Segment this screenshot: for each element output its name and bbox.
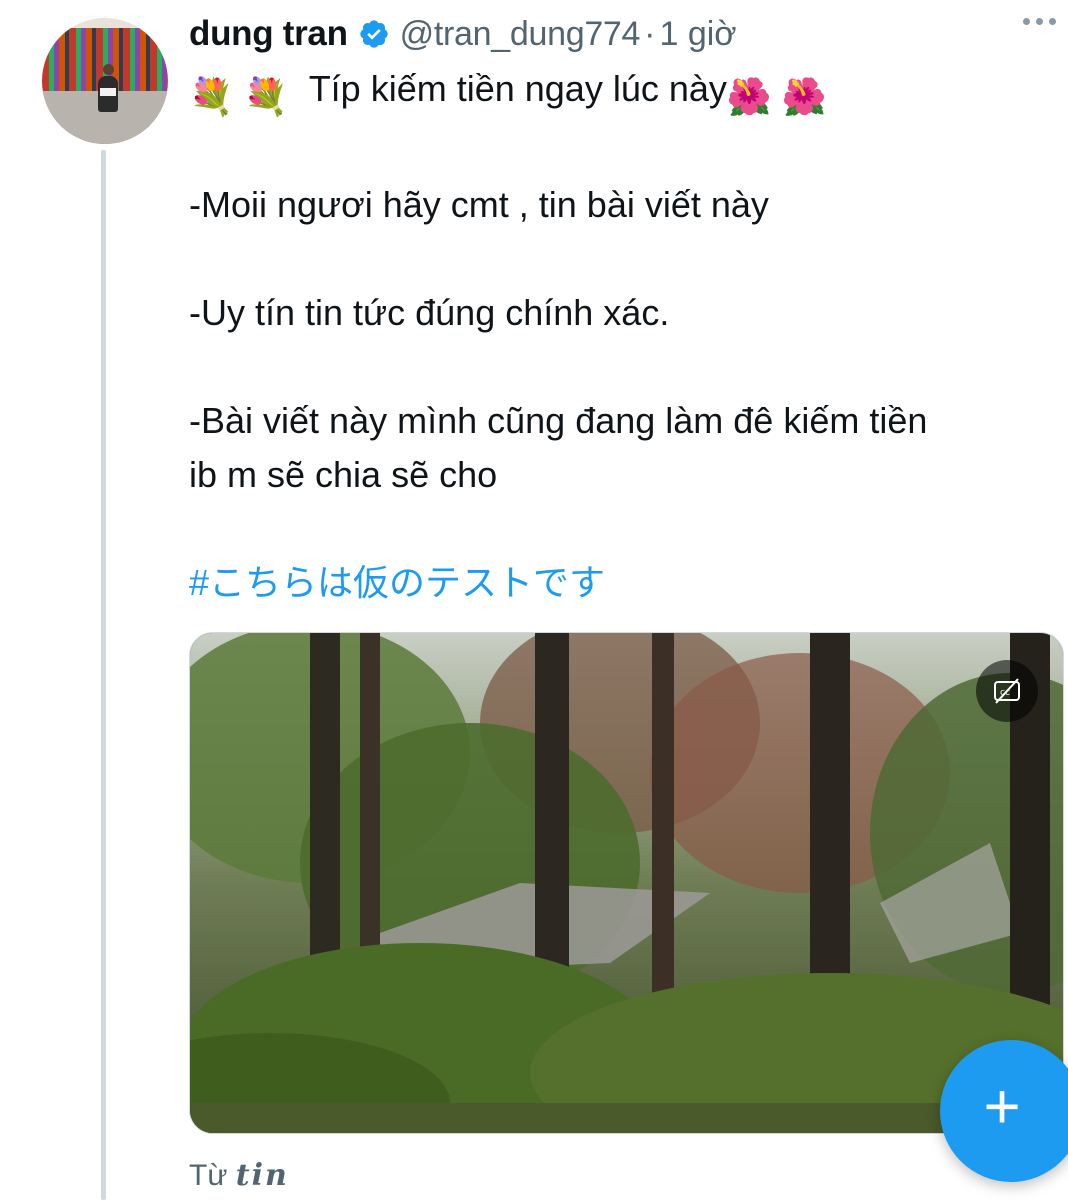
translated-from-label: Từ tin [189,1158,289,1193]
avatar[interactable] [42,18,168,144]
time-separator: · [644,14,656,53]
author-handle[interactable]: @tran_dung774 [400,15,641,54]
tweet-header: dung tran @tran_dung774 · 1 giờ [189,12,737,56]
verified-badge-icon [358,18,390,50]
compose-tweet-button[interactable]: + [940,1040,1068,1182]
hibiscus-emoji-icon: 🌺 [726,76,772,117]
tweet-line-2: -Moii ngươi hãy cmt , tin bài viết này [189,184,769,225]
translated-from-prefix: Từ [189,1159,228,1192]
more-dot [1023,18,1030,25]
forest-scene-image [190,633,1063,1133]
tweet-line-4: -Bài viết này mình cũng đang làm đê kiếm… [189,400,928,441]
tweet-text: 💐 💐 Típ kiếm tiền ngay lúc này🌺 🌺 -Moii … [189,62,1059,610]
hibiscus-emoji-icon: 🌺 [781,76,827,117]
plus-icon: + [983,1070,1021,1142]
author-display-name[interactable]: dung tran [189,14,348,54]
thread-connector-line [101,150,106,1200]
closed-captions-off-icon[interactable]: cc [976,660,1038,722]
avatar-person [98,64,118,112]
tweet-line-1: 💐 💐 Típ kiếm tiền ngay lúc này🌺 🌺 [189,62,1059,124]
bouquet-emoji-icon: 💐 [189,76,234,117]
hashtag-link[interactable]: #こちらは仮のテストです [189,556,1059,610]
translation-source-logo: tin [235,1158,289,1193]
tweet-video[interactable] [189,632,1064,1134]
bouquet-emoji-icon: 💐 [243,76,289,117]
more-dot [1049,18,1056,25]
tweet-line-5: ib m sẽ chia sẽ cho [189,454,498,495]
tweet-headline: Típ kiếm tiền ngay lúc này [308,68,727,109]
tweet-timestamp[interactable]: 1 giờ [659,15,736,54]
more-dot [1036,18,1043,25]
more-options-icon[interactable] [1023,18,1056,25]
tweet-line-3: -Uy tín tin tức đúng chính xác. [189,292,670,333]
